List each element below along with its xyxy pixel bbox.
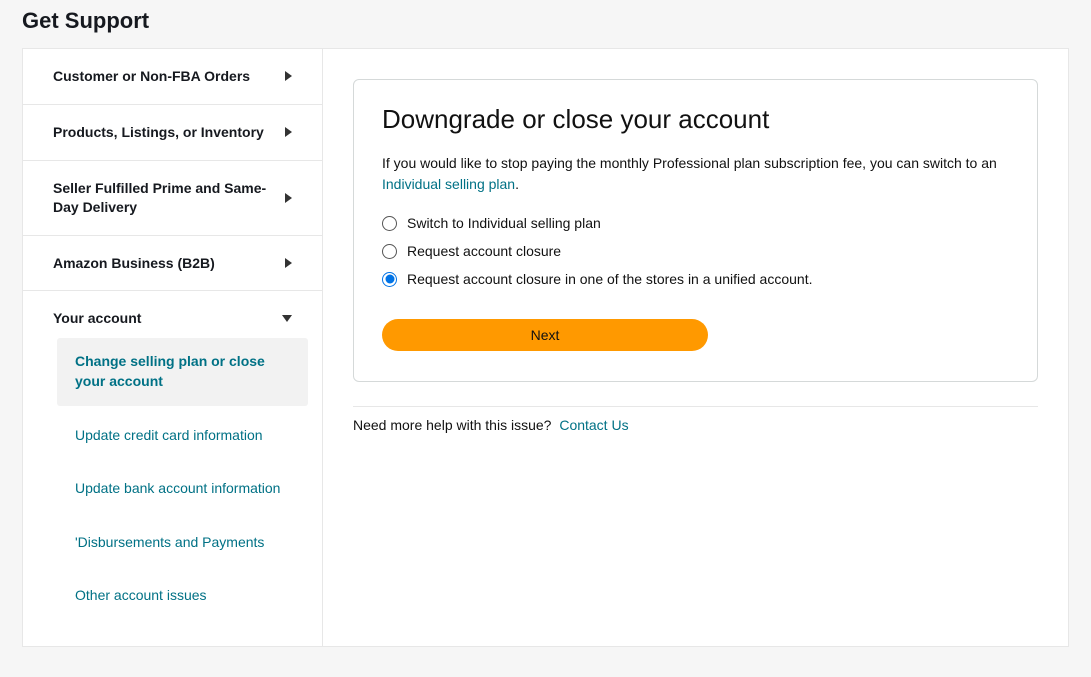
chevron-right-icon bbox=[285, 193, 292, 203]
sidebar-sublist: Change selling plan or close your accoun… bbox=[23, 338, 322, 646]
subitem-disbursements[interactable]: 'Disbursements and Payments bbox=[57, 519, 308, 567]
sidebar-item-sfp[interactable]: Seller Fulfilled Prime and Same-Day Deli… bbox=[23, 161, 322, 236]
sidebar-item-label: Products, Listings, or Inventory bbox=[53, 123, 264, 142]
help-prompt: Need more help with this issue? bbox=[353, 417, 551, 433]
panel-heading: Downgrade or close your account bbox=[382, 104, 1009, 135]
option-switch-individual[interactable]: Switch to Individual selling plan bbox=[382, 209, 1009, 237]
chevron-right-icon bbox=[285, 258, 292, 268]
individual-plan-link[interactable]: Individual selling plan bbox=[382, 176, 515, 192]
sidebar: Customer or Non-FBA Orders Products, Lis… bbox=[23, 49, 323, 646]
sidebar-item-your-account[interactable]: Your account bbox=[23, 291, 322, 338]
radio-icon bbox=[382, 272, 397, 287]
subitem-change-plan[interactable]: Change selling plan or close your accoun… bbox=[57, 338, 308, 405]
next-button[interactable]: Next bbox=[382, 319, 708, 351]
option-label: Request account closure in one of the st… bbox=[407, 271, 812, 287]
sidebar-item-label: Customer or Non-FBA Orders bbox=[53, 67, 250, 86]
desc-text: If you would like to stop paying the mon… bbox=[382, 155, 997, 171]
main-panel: Downgrade or close your account If you w… bbox=[323, 49, 1068, 646]
options-group: Switch to Individual selling plan Reques… bbox=[382, 209, 1009, 293]
subitem-update-bank[interactable]: Update bank account information bbox=[57, 465, 308, 513]
panel-description: If you would like to stop paying the mon… bbox=[382, 153, 1009, 195]
radio-icon bbox=[382, 216, 397, 231]
contact-us-link[interactable]: Contact Us bbox=[559, 417, 628, 433]
subitem-update-card[interactable]: Update credit card information bbox=[57, 412, 308, 460]
sidebar-item-b2b[interactable]: Amazon Business (B2B) bbox=[23, 236, 322, 292]
subitem-other-issues[interactable]: Other account issues bbox=[57, 572, 308, 620]
chevron-down-icon bbox=[282, 315, 292, 322]
chevron-right-icon bbox=[285, 71, 292, 81]
chevron-right-icon bbox=[285, 127, 292, 137]
sidebar-item-customer-orders[interactable]: Customer or Non-FBA Orders bbox=[23, 49, 322, 105]
help-line: Need more help with this issue? Contact … bbox=[353, 406, 1038, 433]
sidebar-item-products-listings[interactable]: Products, Listings, or Inventory bbox=[23, 105, 322, 161]
option-close-unified-store[interactable]: Request account closure in one of the st… bbox=[382, 265, 1009, 293]
desc-suffix: . bbox=[515, 176, 519, 192]
downgrade-card: Downgrade or close your account If you w… bbox=[353, 79, 1038, 382]
support-layout: Customer or Non-FBA Orders Products, Lis… bbox=[22, 48, 1069, 647]
sidebar-item-label: Your account bbox=[53, 309, 141, 328]
option-label: Request account closure bbox=[407, 243, 561, 259]
sidebar-item-label: Amazon Business (B2B) bbox=[53, 254, 215, 273]
page-title: Get Support bbox=[22, 8, 1069, 34]
option-close-account[interactable]: Request account closure bbox=[382, 237, 1009, 265]
option-label: Switch to Individual selling plan bbox=[407, 215, 601, 231]
sidebar-item-label: Seller Fulfilled Prime and Same-Day Deli… bbox=[53, 179, 273, 217]
radio-icon bbox=[382, 244, 397, 259]
